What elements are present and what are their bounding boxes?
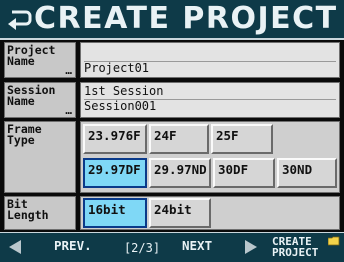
bit-length-option-24bit[interactable]: 24bit xyxy=(149,198,211,228)
frame-type-option-24f[interactable]: 24F xyxy=(149,124,209,154)
project-name-button[interactable]: Project Name … xyxy=(4,42,76,78)
project-name-field[interactable]: Project01 xyxy=(80,42,340,78)
page-indicator: [2/3] xyxy=(123,241,161,255)
session-name-field[interactable]: 1st Session Session001 xyxy=(80,82,340,118)
frame-type-group: 23.976F 24F 25F 29.97DF 29.97ND 30DF 30N… xyxy=(80,121,340,193)
prev-label: PREV. xyxy=(54,238,92,253)
frame-type-label-line2: Type xyxy=(7,133,35,147)
bit-length-label-line2: Length xyxy=(7,208,49,222)
page-title: CREATE PROJECT xyxy=(34,1,338,36)
frame-type-option-23976f[interactable]: 23.976F xyxy=(83,124,147,154)
frame-type-option-25f[interactable]: 25F xyxy=(211,124,273,154)
create-project-screen: CREATE PROJECT Project Name … Project01 … xyxy=(0,0,344,262)
create-label-line2: PROJECT xyxy=(272,246,319,259)
project-name-label-line2: Name xyxy=(7,54,35,68)
prev-button[interactable]: PREV. xyxy=(2,235,104,260)
bit-length-label: Bit Length xyxy=(4,196,76,230)
frame-type-label: Frame Type xyxy=(4,121,76,193)
bit-length-option-16bit[interactable]: 16bit xyxy=(83,198,147,228)
edit-dots: … xyxy=(65,64,72,77)
right-arrow-icon xyxy=(245,240,257,254)
next-label: NEXT xyxy=(182,238,213,253)
frame-type-option-30df[interactable]: 30DF xyxy=(213,158,275,188)
next-button[interactable]: NEXT xyxy=(180,235,272,260)
session-name-button[interactable]: Session Name … xyxy=(4,82,76,118)
left-arrow-icon xyxy=(9,240,21,254)
edit-dots: … xyxy=(65,104,72,117)
title-bar: CREATE PROJECT xyxy=(0,0,344,40)
folder-icon xyxy=(328,236,340,246)
session-name-value-line1: 1st Session xyxy=(84,84,164,98)
bit-length-group: 16bit 24bit xyxy=(80,196,340,230)
bottom-nav-bar: PREV. [2/3] NEXT CREATE PROJECT xyxy=(0,232,344,262)
frame-type-option-2997nd[interactable]: 29.97ND xyxy=(149,158,211,188)
frame-type-option-30nd[interactable]: 30ND xyxy=(277,158,337,188)
return-arrow-icon[interactable] xyxy=(6,8,32,32)
session-name-value-line2: Session001 xyxy=(84,99,336,114)
session-name-label-line2: Name xyxy=(7,94,35,108)
project-name-value: Project01 xyxy=(84,61,336,76)
frame-type-option-2997df[interactable]: 29.97DF xyxy=(83,158,147,188)
create-project-button[interactable]: CREATE PROJECT xyxy=(272,235,342,260)
